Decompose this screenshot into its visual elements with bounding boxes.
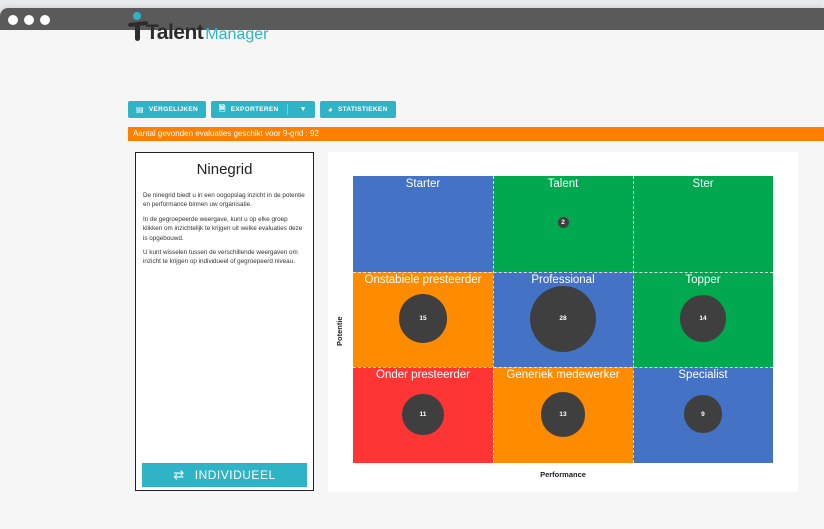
group-count-bubble[interactable]: 14 bbox=[679, 295, 727, 342]
panel-paragraph: De ninegrid biedt u in een oogopslag inz… bbox=[143, 192, 305, 209]
grid-cell-label: Topper bbox=[685, 273, 721, 286]
export-button-label: EXPORTEREN bbox=[230, 106, 279, 113]
group-count-bubble[interactable]: 11 bbox=[402, 393, 444, 435]
grid-cell[interactable]: Talent 2 bbox=[493, 176, 633, 272]
individual-view-button-label: INDIVIDUEEL bbox=[194, 468, 276, 482]
ninegrid-info-panel: Ninegrid De ninegrid biedt u in een oogo… bbox=[135, 152, 314, 491]
evaluations-count-banner: Aantal gevonden evaluaties geschikt voor… bbox=[128, 127, 824, 141]
grid-divider bbox=[633, 176, 634, 463]
compare-button[interactable]: ▤ VERGELIJKEN bbox=[128, 101, 207, 118]
logo-text-light: Manager bbox=[205, 26, 269, 43]
grid-cell-label: Talent bbox=[547, 178, 579, 190]
panel-title: Ninegrid bbox=[196, 161, 253, 178]
window-dot-icon[interactable] bbox=[40, 15, 50, 25]
group-count-bubble[interactable]: 13 bbox=[540, 391, 586, 437]
individual-view-button[interactable]: ⇄ INDIVIDUEEL bbox=[142, 463, 307, 487]
export-button[interactable]: 🗎 EXPORTEREN ▼ bbox=[211, 101, 315, 118]
grid-cell-label: Onder presteerder bbox=[376, 369, 470, 382]
panel-paragraph: In de gegroepeerde weergave, kunt u op e… bbox=[143, 215, 303, 242]
grid-cell-label: Ster bbox=[692, 178, 714, 190]
group-count-bubble[interactable]: 15 bbox=[398, 294, 448, 343]
grid-divider bbox=[353, 367, 773, 369]
grid-cell-label: Specialist bbox=[678, 369, 728, 382]
pie-chart-icon: ◕ bbox=[327, 105, 333, 114]
bar-chart-icon: ▤ bbox=[136, 105, 144, 114]
ninegrid-chart: Starter Talent 2 Ster Onstabiele presteerder… bbox=[353, 176, 773, 463]
grid-cell[interactable]: Onstabiele presteerder 15 bbox=[353, 271, 493, 368]
grid-cell[interactable]: Topper 14 bbox=[633, 271, 773, 368]
grid-cell[interactable]: Ster bbox=[633, 176, 773, 272]
chevron-down-icon[interactable]: ▼ bbox=[300, 106, 307, 113]
grid-cell[interactable]: Starter bbox=[353, 176, 493, 272]
grid-cell[interactable]: Generiek medewerker 13 bbox=[493, 367, 633, 463]
grid-cell[interactable]: Professional 28 bbox=[493, 271, 633, 368]
window-titlebar bbox=[0, 8, 824, 30]
panel-paragraph: U kunt wisselen tussen de verschillende … bbox=[143, 249, 298, 266]
grid-cell-label: Professional bbox=[531, 273, 595, 286]
y-axis-label: Potentie bbox=[335, 316, 344, 346]
panel-description: De ninegrid biedt u in een oogopslag inz… bbox=[143, 191, 306, 272]
toolbar: ▤ VERGELIJKEN 🗎 EXPORTEREN ▼ ◕ STATISTIE… bbox=[128, 101, 396, 118]
swap-arrows-icon: ⇄ bbox=[173, 467, 185, 482]
grid-cell-label: Onstabiele presteerder bbox=[364, 273, 482, 286]
person-logo-icon bbox=[127, 12, 149, 42]
statistics-button[interactable]: ◕ STATISTIEKEN bbox=[319, 101, 396, 118]
grid-cell-label: Generiek medewerker bbox=[506, 369, 620, 382]
group-count-bubble[interactable]: 9 bbox=[684, 395, 722, 433]
window-dot-icon[interactable] bbox=[8, 15, 18, 25]
grid-cell[interactable]: Onder presteerder 11 bbox=[353, 367, 493, 463]
statistics-button-label: STATISTIEKEN bbox=[337, 106, 388, 113]
pdf-file-icon: 🗎 bbox=[219, 103, 226, 113]
grid-cell-label: Starter bbox=[405, 178, 441, 190]
talentmanager-logo[interactable]: Talent Manager bbox=[126, 12, 269, 46]
grid-divider bbox=[353, 271, 773, 273]
x-axis-label: Performance bbox=[540, 470, 586, 479]
window-dot-icon[interactable] bbox=[24, 15, 34, 25]
grid-divider bbox=[493, 176, 494, 463]
compare-button-label: VERGELIJKEN bbox=[148, 106, 199, 113]
logo-text-bold: Talent bbox=[146, 21, 204, 44]
group-count-bubble[interactable]: 2 bbox=[557, 217, 569, 229]
group-count-bubble[interactable]: 28 bbox=[530, 285, 596, 352]
grid-cell[interactable]: Specialist 9 bbox=[633, 367, 773, 463]
